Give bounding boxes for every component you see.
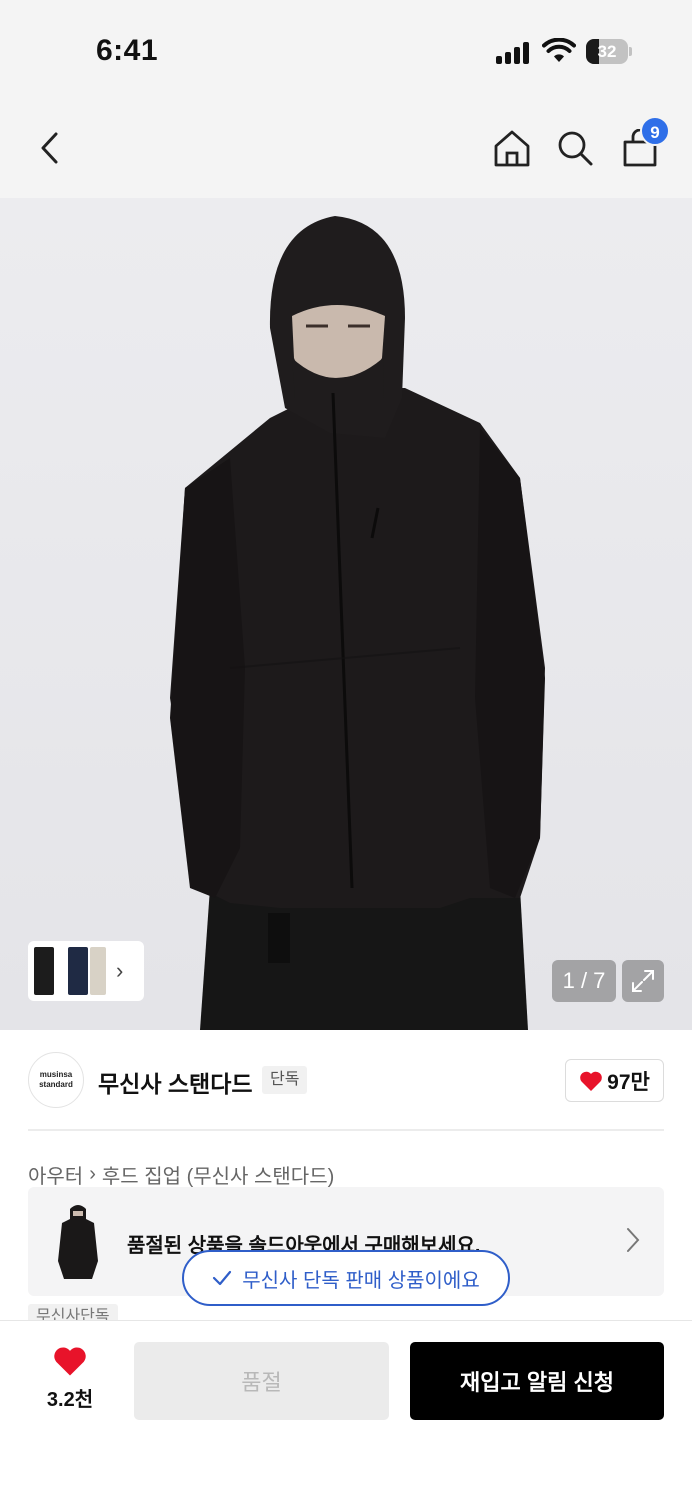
back-button[interactable] xyxy=(24,122,76,174)
thumbnail-beige[interactable] xyxy=(90,947,106,995)
breadcrumb: 아우터 › 후드 집업 (무신사 스탠다드) xyxy=(28,1160,334,1189)
thumbnail-navy[interactable] xyxy=(68,947,88,995)
expand-button[interactable] xyxy=(622,960,664,1002)
check-icon xyxy=(213,1270,232,1286)
top-navigation: 9 xyxy=(0,100,692,198)
brand-like-button[interactable]: 97만 xyxy=(565,1059,664,1102)
chevron-right-icon: › xyxy=(116,958,124,983)
search-icon xyxy=(558,131,593,166)
status-bar: 6:41 32 xyxy=(0,0,692,100)
breadcrumb-category[interactable]: 아우터 xyxy=(28,1160,83,1189)
battery-icon: 32 xyxy=(586,39,632,64)
home-button[interactable] xyxy=(486,122,538,174)
brand-like-count: 97만 xyxy=(607,1070,650,1094)
thumbnail-strip[interactable]: › xyxy=(28,941,144,1001)
heart-icon xyxy=(54,1347,86,1376)
chevron-right-icon xyxy=(627,1228,640,1252)
breadcrumb-subcategory[interactable]: 후드 집업 (무신사 스탠다드) xyxy=(102,1160,334,1189)
exclusive-sale-text: 무신사 단독 판매 상품이에요 xyxy=(242,1269,480,1292)
battery-level: 32 xyxy=(597,42,617,61)
exclusive-sale-toast: 무신사 단독 판매 상품이에요 xyxy=(182,1250,510,1306)
divider xyxy=(28,1129,664,1131)
brand-row[interactable]: musinsa standard 무신사 스탠다드 단독 97만 xyxy=(0,1030,692,1130)
partial-exclusive-tag: 무신사단독 xyxy=(28,1304,128,1320)
exclusive-tag: 단독 xyxy=(262,1066,308,1094)
expand-icon xyxy=(632,970,654,992)
wishlist-count: 3.2천 xyxy=(46,1389,94,1411)
wifi-icon xyxy=(542,38,576,62)
cellular-signal-icon xyxy=(496,40,532,64)
brand-logo-line2: standard xyxy=(39,1080,73,1089)
brand-logo[interactable]: musinsa standard xyxy=(28,1052,84,1108)
home-icon xyxy=(494,130,530,167)
chevron-left-icon xyxy=(41,132,58,164)
search-button[interactable] xyxy=(549,122,601,174)
cart-count-badge: 9 xyxy=(640,116,670,146)
product-image-carousel[interactable]: › 1 / 7 xyxy=(0,198,692,1030)
brand-name[interactable]: 무신사 스탠다드 xyxy=(98,1065,253,1099)
brand-logo-line1: musinsa xyxy=(39,1070,73,1079)
soldout-button[interactable]: 품절 xyxy=(134,1342,389,1420)
page-indicator: 1 / 7 xyxy=(552,960,616,1002)
cart-button[interactable]: 9 xyxy=(614,116,670,174)
chevron-right-icon: › xyxy=(89,1163,96,1185)
heart-icon xyxy=(580,1071,602,1091)
wishlist-button[interactable]: 3.2천 xyxy=(28,1345,112,1415)
bottom-action-bar: 3.2천 품절 재입고 알림 신청 xyxy=(0,1320,692,1500)
product-photo xyxy=(170,216,545,1030)
status-time: 6:41 xyxy=(96,34,159,67)
thumbnail-black[interactable] xyxy=(34,947,54,995)
banner-product-thumbnail xyxy=(58,1205,98,1279)
restock-alert-button[interactable]: 재입고 알림 신청 xyxy=(410,1342,664,1420)
